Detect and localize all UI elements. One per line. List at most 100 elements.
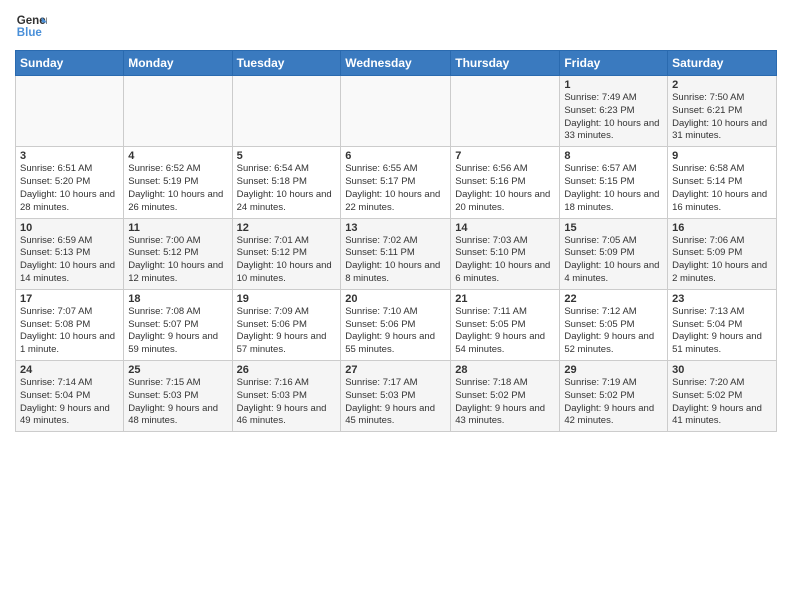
day-number: 19	[237, 293, 337, 305]
day-number: 12	[237, 222, 337, 234]
day-info: Sunrise: 7:11 AM Sunset: 5:05 PM Dayligh…	[455, 306, 555, 357]
day-number: 10	[20, 222, 119, 234]
day-info: Sunrise: 6:59 AM Sunset: 5:13 PM Dayligh…	[20, 235, 119, 286]
day-info: Sunrise: 7:12 AM Sunset: 5:05 PM Dayligh…	[564, 306, 663, 357]
day-number: 27	[345, 364, 446, 376]
day-info: Sunrise: 6:51 AM Sunset: 5:20 PM Dayligh…	[20, 163, 119, 214]
calendar-week-row: 24Sunrise: 7:14 AM Sunset: 5:04 PM Dayli…	[16, 361, 777, 432]
calendar-day-cell: 4Sunrise: 6:52 AM Sunset: 5:19 PM Daylig…	[124, 147, 232, 218]
calendar-day-cell	[124, 76, 232, 147]
day-number: 6	[345, 150, 446, 162]
day-info: Sunrise: 7:13 AM Sunset: 5:04 PM Dayligh…	[672, 306, 772, 357]
calendar-day-cell: 8Sunrise: 6:57 AM Sunset: 5:15 PM Daylig…	[560, 147, 668, 218]
calendar-table: SundayMondayTuesdayWednesdayThursdayFrid…	[15, 50, 777, 432]
calendar-week-row: 3Sunrise: 6:51 AM Sunset: 5:20 PM Daylig…	[16, 147, 777, 218]
day-number: 29	[564, 364, 663, 376]
day-info: Sunrise: 6:52 AM Sunset: 5:19 PM Dayligh…	[128, 163, 227, 214]
logo: General Blue	[15, 10, 47, 42]
day-info: Sunrise: 7:03 AM Sunset: 5:10 PM Dayligh…	[455, 235, 555, 286]
day-info: Sunrise: 7:00 AM Sunset: 5:12 PM Dayligh…	[128, 235, 227, 286]
calendar-day-cell: 27Sunrise: 7:17 AM Sunset: 5:03 PM Dayli…	[341, 361, 451, 432]
day-info: Sunrise: 6:54 AM Sunset: 5:18 PM Dayligh…	[237, 163, 337, 214]
calendar-day-cell: 9Sunrise: 6:58 AM Sunset: 5:14 PM Daylig…	[668, 147, 777, 218]
calendar-day-cell: 12Sunrise: 7:01 AM Sunset: 5:12 PM Dayli…	[232, 218, 341, 289]
calendar-day-cell: 10Sunrise: 6:59 AM Sunset: 5:13 PM Dayli…	[16, 218, 124, 289]
day-number: 26	[237, 364, 337, 376]
calendar-day-header: Saturday	[668, 51, 777, 76]
calendar-day-cell: 25Sunrise: 7:15 AM Sunset: 5:03 PM Dayli…	[124, 361, 232, 432]
day-info: Sunrise: 7:50 AM Sunset: 6:21 PM Dayligh…	[672, 92, 772, 143]
calendar-day-header: Thursday	[451, 51, 560, 76]
day-number: 11	[128, 222, 227, 234]
calendar-day-header: Sunday	[16, 51, 124, 76]
calendar-day-cell: 16Sunrise: 7:06 AM Sunset: 5:09 PM Dayli…	[668, 218, 777, 289]
calendar-day-cell: 18Sunrise: 7:08 AM Sunset: 5:07 PM Dayli…	[124, 289, 232, 360]
day-number: 3	[20, 150, 119, 162]
day-info: Sunrise: 7:15 AM Sunset: 5:03 PM Dayligh…	[128, 377, 227, 428]
day-number: 2	[672, 79, 772, 91]
day-info: Sunrise: 7:01 AM Sunset: 5:12 PM Dayligh…	[237, 235, 337, 286]
day-info: Sunrise: 7:02 AM Sunset: 5:11 PM Dayligh…	[345, 235, 446, 286]
day-number: 15	[564, 222, 663, 234]
calendar-day-cell: 14Sunrise: 7:03 AM Sunset: 5:10 PM Dayli…	[451, 218, 560, 289]
calendar-day-cell: 15Sunrise: 7:05 AM Sunset: 5:09 PM Dayli…	[560, 218, 668, 289]
day-number: 9	[672, 150, 772, 162]
calendar-day-cell: 3Sunrise: 6:51 AM Sunset: 5:20 PM Daylig…	[16, 147, 124, 218]
calendar-day-cell: 29Sunrise: 7:19 AM Sunset: 5:02 PM Dayli…	[560, 361, 668, 432]
calendar-day-cell	[451, 76, 560, 147]
calendar-day-cell: 11Sunrise: 7:00 AM Sunset: 5:12 PM Dayli…	[124, 218, 232, 289]
day-number: 21	[455, 293, 555, 305]
day-number: 24	[20, 364, 119, 376]
day-number: 22	[564, 293, 663, 305]
day-number: 18	[128, 293, 227, 305]
day-info: Sunrise: 6:56 AM Sunset: 5:16 PM Dayligh…	[455, 163, 555, 214]
day-info: Sunrise: 6:57 AM Sunset: 5:15 PM Dayligh…	[564, 163, 663, 214]
calendar-day-header: Wednesday	[341, 51, 451, 76]
calendar-day-cell: 2Sunrise: 7:50 AM Sunset: 6:21 PM Daylig…	[668, 76, 777, 147]
calendar-day-cell	[16, 76, 124, 147]
calendar-day-header: Monday	[124, 51, 232, 76]
day-info: Sunrise: 7:07 AM Sunset: 5:08 PM Dayligh…	[20, 306, 119, 357]
calendar-day-cell: 5Sunrise: 6:54 AM Sunset: 5:18 PM Daylig…	[232, 147, 341, 218]
calendar-day-cell: 23Sunrise: 7:13 AM Sunset: 5:04 PM Dayli…	[668, 289, 777, 360]
day-info: Sunrise: 6:58 AM Sunset: 5:14 PM Dayligh…	[672, 163, 772, 214]
day-info: Sunrise: 7:10 AM Sunset: 5:06 PM Dayligh…	[345, 306, 446, 357]
day-info: Sunrise: 7:16 AM Sunset: 5:03 PM Dayligh…	[237, 377, 337, 428]
day-number: 14	[455, 222, 555, 234]
day-info: Sunrise: 7:18 AM Sunset: 5:02 PM Dayligh…	[455, 377, 555, 428]
day-info: Sunrise: 7:05 AM Sunset: 5:09 PM Dayligh…	[564, 235, 663, 286]
calendar-week-row: 17Sunrise: 7:07 AM Sunset: 5:08 PM Dayli…	[16, 289, 777, 360]
calendar-day-cell: 28Sunrise: 7:18 AM Sunset: 5:02 PM Dayli…	[451, 361, 560, 432]
day-info: Sunrise: 7:20 AM Sunset: 5:02 PM Dayligh…	[672, 377, 772, 428]
calendar-day-cell	[341, 76, 451, 147]
calendar-day-cell: 22Sunrise: 7:12 AM Sunset: 5:05 PM Dayli…	[560, 289, 668, 360]
day-info: Sunrise: 7:14 AM Sunset: 5:04 PM Dayligh…	[20, 377, 119, 428]
day-info: Sunrise: 7:49 AM Sunset: 6:23 PM Dayligh…	[564, 92, 663, 143]
day-number: 25	[128, 364, 227, 376]
day-number: 23	[672, 293, 772, 305]
calendar-day-cell: 7Sunrise: 6:56 AM Sunset: 5:16 PM Daylig…	[451, 147, 560, 218]
day-number: 13	[345, 222, 446, 234]
calendar-day-cell: 1Sunrise: 7:49 AM Sunset: 6:23 PM Daylig…	[560, 76, 668, 147]
calendar-day-cell: 21Sunrise: 7:11 AM Sunset: 5:05 PM Dayli…	[451, 289, 560, 360]
logo-icon: General Blue	[15, 10, 47, 42]
day-number: 4	[128, 150, 227, 162]
day-info: Sunrise: 7:17 AM Sunset: 5:03 PM Dayligh…	[345, 377, 446, 428]
day-number: 5	[237, 150, 337, 162]
calendar-day-cell: 26Sunrise: 7:16 AM Sunset: 5:03 PM Dayli…	[232, 361, 341, 432]
calendar-week-row: 10Sunrise: 6:59 AM Sunset: 5:13 PM Dayli…	[16, 218, 777, 289]
day-info: Sunrise: 6:55 AM Sunset: 5:17 PM Dayligh…	[345, 163, 446, 214]
day-number: 28	[455, 364, 555, 376]
calendar-week-row: 1Sunrise: 7:49 AM Sunset: 6:23 PM Daylig…	[16, 76, 777, 147]
page-header: General Blue	[15, 10, 777, 42]
day-number: 20	[345, 293, 446, 305]
calendar-header-row: SundayMondayTuesdayWednesdayThursdayFrid…	[16, 51, 777, 76]
calendar-day-header: Friday	[560, 51, 668, 76]
calendar-day-cell: 6Sunrise: 6:55 AM Sunset: 5:17 PM Daylig…	[341, 147, 451, 218]
day-info: Sunrise: 7:19 AM Sunset: 5:02 PM Dayligh…	[564, 377, 663, 428]
day-number: 17	[20, 293, 119, 305]
day-number: 16	[672, 222, 772, 234]
day-info: Sunrise: 7:06 AM Sunset: 5:09 PM Dayligh…	[672, 235, 772, 286]
day-number: 7	[455, 150, 555, 162]
calendar-day-cell: 13Sunrise: 7:02 AM Sunset: 5:11 PM Dayli…	[341, 218, 451, 289]
